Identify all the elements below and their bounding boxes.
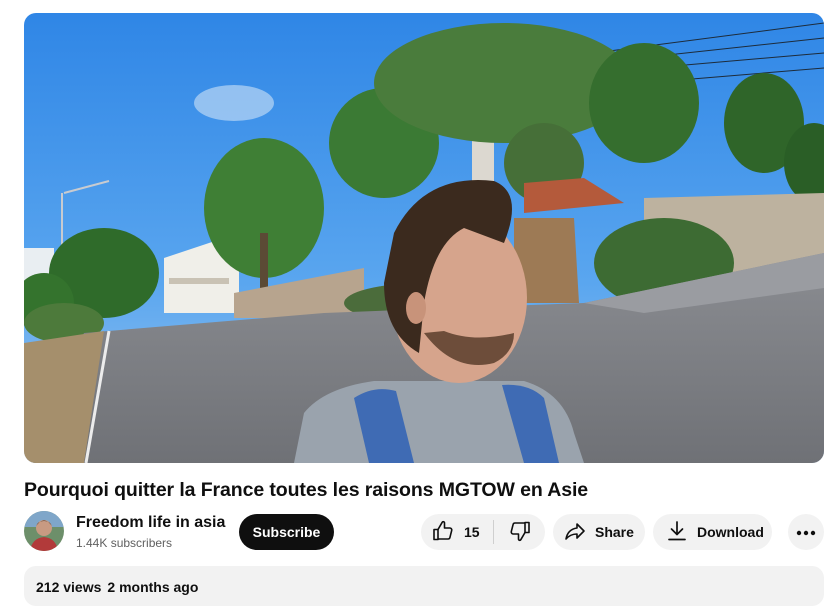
video-frame — [24, 13, 824, 463]
share-button[interactable]: Share — [553, 514, 645, 550]
subscriber-count: 1.44K subscribers — [76, 536, 173, 550]
view-count: 212 views — [36, 579, 102, 595]
channel-avatar[interactable] — [24, 511, 64, 551]
more-actions-button[interactable] — [788, 514, 824, 550]
channel-name[interactable]: Freedom life in asia — [76, 513, 225, 533]
dislike-button[interactable] — [494, 514, 545, 550]
thumbs-up-icon — [431, 519, 455, 546]
video-title: Pourquoi quitter la France toutes les ra… — [24, 479, 589, 501]
subscribe-button[interactable]: Subscribe — [239, 514, 334, 550]
share-label: Share — [595, 524, 634, 540]
video-meta: 212 views 2 months ago — [36, 579, 198, 595]
upload-date: 2 months ago — [107, 579, 199, 595]
thumbs-down-icon — [508, 519, 532, 546]
like-dislike-group: 15 — [421, 514, 545, 550]
download-button[interactable]: Download — [653, 514, 772, 550]
description-box[interactable]: 212 views 2 months ago — [24, 566, 824, 606]
like-button[interactable]: 15 — [421, 514, 493, 550]
download-icon — [665, 519, 689, 546]
download-label: Download — [697, 524, 764, 540]
video-player[interactable] — [24, 13, 824, 463]
more-icon — [796, 523, 816, 541]
share-icon — [563, 519, 587, 546]
like-count: 15 — [464, 524, 480, 540]
